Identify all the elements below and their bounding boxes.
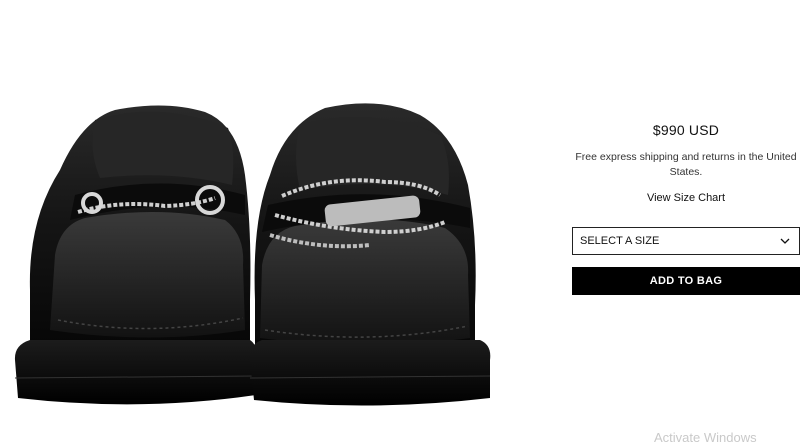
loafers-illustration <box>14 103 491 406</box>
add-to-bag-button[interactable]: ADD TO BAG <box>572 267 800 295</box>
windows-activation-watermark: Activate Windows <box>654 430 757 445</box>
left-loafer <box>14 105 257 405</box>
view-size-chart-link[interactable]: View Size Chart <box>647 192 725 204</box>
purchase-panel: $990 USD Free express shipping and retur… <box>572 115 800 295</box>
size-select-dropdown[interactable]: SELECT A SIZE <box>572 227 800 255</box>
right-loafer <box>249 103 491 406</box>
chevron-down-icon <box>779 235 791 247</box>
product-price: $990 USD <box>652 122 720 138</box>
size-select-value: SELECT A SIZE <box>580 235 660 247</box>
shipping-note: Free express shipping and returns in the… <box>575 151 797 178</box>
product-image <box>0 0 560 442</box>
